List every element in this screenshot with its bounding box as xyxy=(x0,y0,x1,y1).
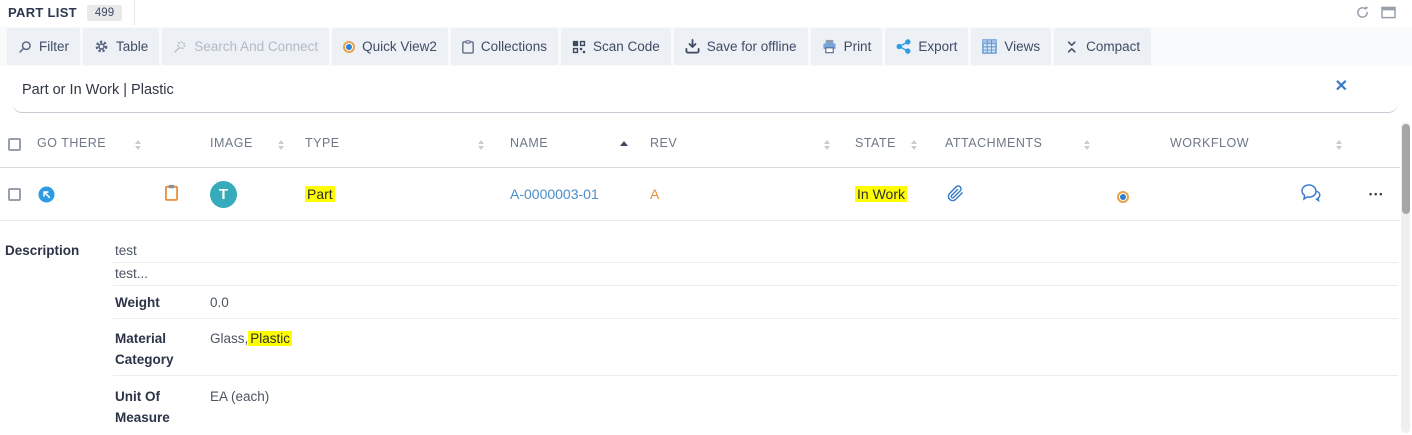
rev-value: A xyxy=(650,186,659,202)
table-row[interactable]: T Part A-0000003-01 A In Work ••• xyxy=(0,168,1400,221)
quick-view-label: Quick View2 xyxy=(362,39,437,54)
column-header-type[interactable]: TYPE xyxy=(305,136,340,150)
material-category-value: Glass,Plastic xyxy=(210,328,292,349)
compress-icon xyxy=(1065,40,1079,54)
scrollbar-thumb[interactable] xyxy=(1402,124,1410,214)
share-icon xyxy=(896,39,911,54)
row-checkbox[interactable] xyxy=(8,188,21,201)
window-icon[interactable] xyxy=(1381,6,1396,19)
description-label: Description xyxy=(5,240,79,261)
sort-icon[interactable] xyxy=(478,140,484,150)
search-and-connect-button[interactable]: Search And Connect xyxy=(162,28,329,65)
vertical-scrollbar[interactable] xyxy=(1401,122,1410,433)
material-category-label: Material Category xyxy=(115,328,195,370)
table-header: GO THERE IMAGE TYPE NAME REV STATE ATTAC… xyxy=(0,120,1400,168)
views-label: Views xyxy=(1004,39,1040,54)
column-header-rev[interactable]: REV xyxy=(650,136,677,150)
divider xyxy=(113,375,1398,376)
table-button-label: Table xyxy=(116,39,148,54)
clipboard-image-icon[interactable] xyxy=(165,184,178,204)
divider xyxy=(113,262,1398,263)
column-header-name[interactable]: NAME xyxy=(510,136,548,150)
table-button[interactable]: Table xyxy=(83,28,159,65)
compact-button[interactable]: Compact xyxy=(1054,28,1151,65)
column-header-go-there[interactable]: GO THERE xyxy=(37,136,106,150)
window-controls xyxy=(1355,5,1396,20)
page-title: PART LIST xyxy=(8,5,77,20)
collections-button[interactable]: Collections xyxy=(451,28,558,65)
paperclip-icon[interactable] xyxy=(947,185,964,205)
sort-icon[interactable] xyxy=(278,140,284,150)
filter-button-label: Filter xyxy=(39,39,69,54)
toolbar: Filter Table Search And Connect Quick Vi… xyxy=(0,27,1412,66)
description-line-1: test xyxy=(115,240,137,261)
filter-query-text: Part or In Work | Plastic xyxy=(22,82,174,98)
description-line-2: test... xyxy=(115,263,148,284)
part-list-screen: PART LIST 499 Filter Table xyxy=(0,0,1412,435)
printer-icon xyxy=(822,39,837,54)
views-button[interactable]: Views xyxy=(971,28,1051,65)
search-icon xyxy=(18,40,32,54)
filter-bar[interactable]: Part or In Work | Plastic ✕ xyxy=(12,69,1398,113)
quick-view-button[interactable]: Quick View2 xyxy=(332,28,448,65)
gear-icon xyxy=(94,39,109,54)
clear-filter-icon[interactable]: ✕ xyxy=(1335,79,1348,95)
download-icon xyxy=(685,39,700,54)
save-for-offline-label: Save for offline xyxy=(707,39,797,54)
unit-of-measure-value: EA (each) xyxy=(210,386,269,407)
column-header-image[interactable]: IMAGE xyxy=(210,136,253,150)
column-header-attachments[interactable]: ATTACHMENTS xyxy=(945,136,1042,150)
save-for-offline-button[interactable]: Save for offline xyxy=(674,28,808,65)
state-cell: In Work xyxy=(855,186,907,202)
go-there-icon[interactable] xyxy=(38,186,55,206)
weight-label: Weight xyxy=(115,292,160,313)
workflow-eye-icon[interactable] xyxy=(1117,187,1129,203)
type-value: Part xyxy=(305,186,335,202)
divider xyxy=(113,285,1398,286)
search-connect-icon xyxy=(173,40,187,54)
qr-code-icon xyxy=(572,40,586,54)
grid-icon xyxy=(982,39,997,54)
discussion-icon[interactable] xyxy=(1300,183,1322,206)
type-avatar[interactable]: T xyxy=(210,181,237,208)
material-category-plain: Glass, xyxy=(210,331,248,346)
print-label: Print xyxy=(844,39,872,54)
scan-code-button[interactable]: Scan Code xyxy=(561,28,671,65)
unit-of-measure-label: Unit Of Measure xyxy=(115,386,185,428)
print-button[interactable]: Print xyxy=(811,28,883,65)
tab-part-list[interactable]: PART LIST 499 xyxy=(0,0,135,25)
weight-value: 0.0 xyxy=(210,292,229,313)
result-count-badge: 499 xyxy=(87,5,122,21)
export-label: Export xyxy=(918,39,957,54)
sort-icon[interactable] xyxy=(135,140,141,150)
compact-label: Compact xyxy=(1086,39,1140,54)
divider xyxy=(113,318,1398,319)
state-value: In Work xyxy=(855,186,907,202)
sort-icon[interactable] xyxy=(911,140,917,150)
select-all-checkbox[interactable] xyxy=(8,138,21,151)
name-link[interactable]: A-0000003-01 xyxy=(510,186,599,202)
column-header-state[interactable]: STATE xyxy=(855,136,896,150)
tab-bar: PART LIST 499 xyxy=(0,0,1412,26)
search-and-connect-label: Search And Connect xyxy=(194,39,318,54)
clipboard-icon xyxy=(462,40,474,54)
refresh-icon[interactable] xyxy=(1355,5,1370,20)
sort-icon[interactable] xyxy=(1336,140,1342,150)
filter-button[interactable]: Filter xyxy=(7,28,80,65)
scan-code-label: Scan Code xyxy=(593,39,660,54)
material-category-highlight: Plastic xyxy=(248,331,292,346)
sort-asc-icon[interactable] xyxy=(620,141,628,146)
sort-icon[interactable] xyxy=(824,140,830,150)
column-header-workflow[interactable]: WORKFLOW xyxy=(1170,136,1249,150)
more-actions-icon[interactable]: ••• xyxy=(1369,189,1384,199)
export-button[interactable]: Export xyxy=(885,28,968,65)
sort-icon[interactable] xyxy=(1084,140,1090,150)
collections-label: Collections xyxy=(481,39,547,54)
type-cell: Part xyxy=(305,186,335,202)
eye-icon xyxy=(343,41,355,53)
